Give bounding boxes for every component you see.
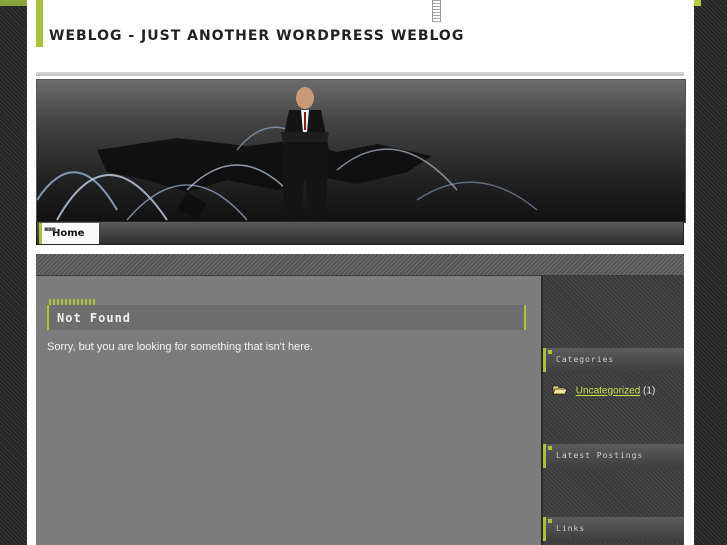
header-separator [36,72,684,76]
page-container: WEBLOG - JUST ANOTHER WORDPRESS WEBLOG ▪… [0,0,701,545]
nav-item-home[interactable]: ▪▪▪ Home [39,223,99,244]
list-item-category: Uncategorized (1) [552,384,655,398]
title-accent-bar [36,0,43,47]
post-header-ticks [49,299,95,305]
content-top-strip [36,254,684,276]
sidebar-heading-latest-postings: Latest Postings [543,444,684,468]
header-grip-decoration [432,0,441,22]
heading-tick-icon [548,446,552,450]
nav-item-home-label: Home [52,228,85,239]
post-title: Not Found [57,311,132,325]
main-navigation: ▪▪▪ Home [36,221,684,245]
latest-title: Latest Postings [556,451,644,460]
post-header: Not Found [47,299,526,330]
folder-icon [552,384,568,398]
nav-dots-decoration: ▪▪▪ [44,225,56,233]
category-link-uncategorized[interactable]: Uncategorized [576,386,640,397]
site-title[interactable]: WEBLOG - JUST ANOTHER WORDPRESS WEBLOG [49,28,464,44]
header-banner-image [36,79,686,223]
post-text: Sorry, but you are looking for something… [47,341,314,353]
links-title: Links [556,524,586,533]
main-content: Not Found Sorry, but you are looking for… [36,276,541,545]
heading-tick-icon [548,350,552,354]
categories-title: Categories [556,355,615,364]
banner-graphic [37,80,685,222]
sidebar-heading-links: Links [543,517,684,541]
category-count: (1) [643,385,656,397]
sidebar-heading-categories: Categories [543,348,684,372]
heading-tick-icon [548,519,552,523]
sidebar: Categories Uncategorized (1) Latest Post… [541,276,684,545]
